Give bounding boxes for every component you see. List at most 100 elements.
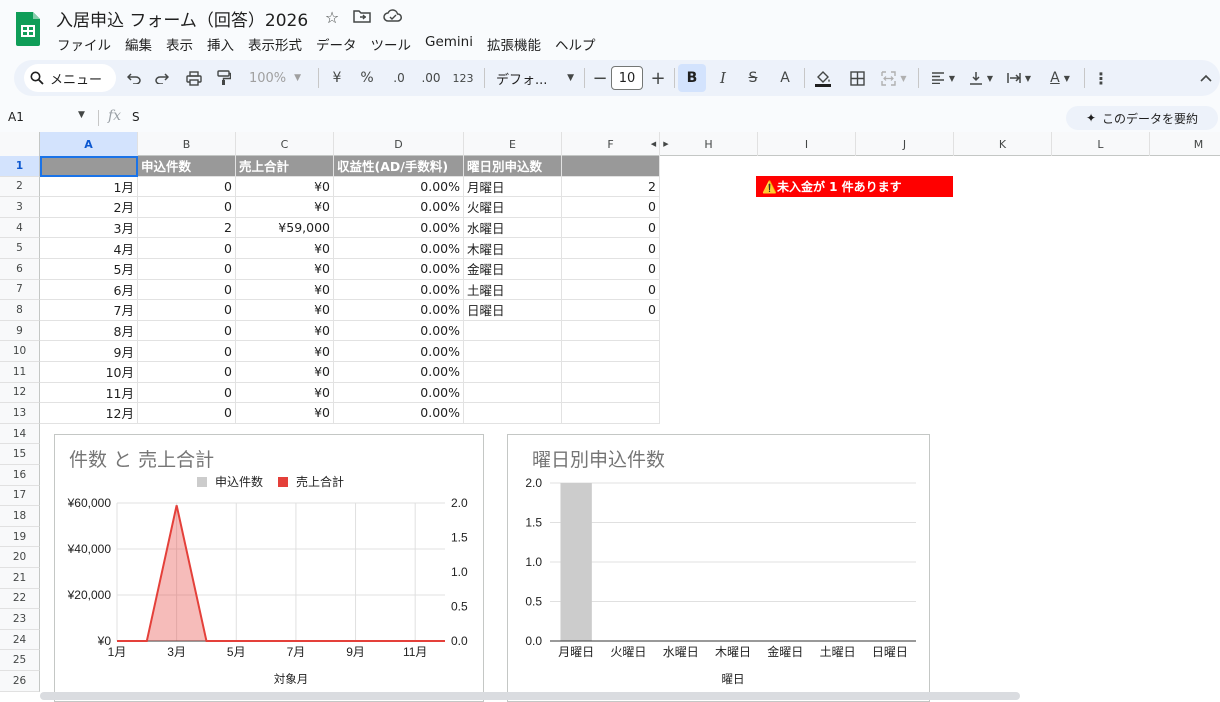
bold-button[interactable]: B — [678, 64, 706, 92]
row-header[interactable]: 3 — [0, 197, 40, 218]
vertical-align-icon[interactable]: ▼ — [964, 64, 998, 92]
table-cell[interactable]: 10月 — [40, 362, 138, 383]
table-cell[interactable]: 日曜日 — [464, 300, 562, 321]
table-cell[interactable]: 水曜日 — [464, 217, 562, 239]
cloud-status-icon[interactable] — [383, 8, 403, 28]
table-cell[interactable]: ¥0 — [236, 362, 334, 383]
column-header-l[interactable]: L — [1052, 132, 1150, 156]
table-cell[interactable]: 1月 — [40, 176, 138, 198]
horizontal-align-icon[interactable]: ▼ — [926, 64, 960, 92]
table-cell[interactable]: 0.00% — [334, 176, 464, 198]
decrease-font-size-icon[interactable]: − — [590, 64, 610, 92]
document-title[interactable]: 入居申込 フォーム（回答）2026 — [56, 6, 308, 31]
hidden-column-left-arrow-icon[interactable]: ◀ — [647, 132, 660, 156]
table-cell[interactable]: 6月 — [40, 279, 138, 301]
table-cell[interactable]: 3月 — [40, 217, 138, 239]
name-box-chevron-down-icon[interactable]: ▼ — [78, 110, 85, 120]
row-header[interactable]: 16 — [0, 465, 40, 486]
row-header[interactable]: 11 — [0, 362, 40, 383]
row-header[interactable]: 17 — [0, 485, 40, 507]
summarize-data-button[interactable]: ✦ このデータを要約 — [1066, 106, 1218, 130]
table-cell[interactable]: 0 — [138, 259, 236, 280]
table-cell[interactable]: 9月 — [40, 341, 138, 362]
fill-color-icon[interactable] — [810, 64, 836, 92]
table-cell[interactable]: ¥0 — [236, 300, 334, 321]
row-header[interactable]: 13 — [0, 403, 40, 424]
table-cell[interactable]: ¥0 — [236, 279, 334, 301]
horizontal-scrollbar[interactable] — [40, 692, 1020, 700]
table-cell[interactable] — [562, 320, 660, 342]
table-cell[interactable]: 0.00% — [334, 259, 464, 280]
undo-icon[interactable] — [122, 64, 146, 92]
table-cell[interactable]: 0.00% — [334, 197, 464, 218]
table-cell[interactable]: 7月 — [40, 300, 138, 321]
more-options-icon[interactable]: ⋮ — [1090, 64, 1112, 92]
column-header-b[interactable]: B — [138, 132, 236, 156]
table-cell[interactable]: ¥0 — [236, 176, 334, 198]
sales-count-chart[interactable]: 件数 と 売上合計 申込件数 売上合計 ¥0 ¥20,000 ¥40,000 ¥60,00… — [54, 434, 484, 702]
table-cell[interactable]: ¥0 — [236, 238, 334, 259]
strikethrough-button[interactable]: S — [740, 64, 766, 92]
table-cell[interactable]: 0 — [138, 238, 236, 259]
menu-extensions[interactable]: 拡張機能 — [480, 32, 548, 54]
table-cell[interactable]: 0 — [138, 403, 236, 424]
column-header-a[interactable]: A — [40, 132, 138, 156]
table-cell[interactable]: 0.00% — [334, 238, 464, 259]
table-cell[interactable]: 0 — [138, 341, 236, 362]
row-header[interactable]: 4 — [0, 217, 40, 239]
table-cell[interactable]: 5月 — [40, 259, 138, 280]
table-cell[interactable] — [464, 403, 562, 424]
text-color-button[interactable]: A — [772, 64, 798, 92]
table-header-cell[interactable]: 収益性(AD/手数料) — [334, 156, 464, 177]
redo-icon[interactable] — [150, 64, 174, 92]
column-header-i[interactable]: I — [758, 132, 856, 156]
print-icon[interactable] — [182, 64, 206, 92]
table-cell[interactable]: 0 — [562, 279, 660, 301]
menu-help[interactable]: ヘルプ — [548, 32, 603, 54]
table-cell[interactable]: 0 — [138, 362, 236, 383]
sheets-logo-icon[interactable] — [14, 10, 42, 46]
table-header-cell[interactable]: 曜日別申込数 — [464, 156, 562, 177]
select-all-corner[interactable] — [0, 132, 40, 156]
row-header[interactable]: 24 — [0, 629, 40, 651]
font-family-select[interactable]: デフォ... ▼ — [492, 64, 578, 92]
table-cell[interactable]: 8月 — [40, 320, 138, 342]
row-header[interactable]: 12 — [0, 382, 40, 404]
row-header[interactable]: 19 — [0, 526, 40, 548]
table-cell[interactable]: 4月 — [40, 238, 138, 259]
table-cell[interactable]: 2 — [138, 217, 236, 239]
table-cell[interactable]: 0 — [562, 197, 660, 218]
merge-cells-icon[interactable]: ▼ — [876, 64, 912, 92]
table-cell[interactable]: 11月 — [40, 382, 138, 404]
table-cell[interactable] — [562, 382, 660, 404]
row-header[interactable]: 8 — [0, 300, 40, 321]
row-header[interactable]: 18 — [0, 506, 40, 527]
table-cell[interactable]: 0.00% — [334, 300, 464, 321]
menu-view[interactable]: 表示 — [159, 32, 200, 54]
table-cell[interactable] — [562, 362, 660, 383]
row-header[interactable]: 25 — [0, 650, 40, 671]
text-rotation-button[interactable]: A ▼ — [1042, 64, 1078, 92]
row-header[interactable]: 26 — [0, 671, 40, 692]
table-cell[interactable]: 0.00% — [334, 320, 464, 342]
table-cell[interactable] — [464, 320, 562, 342]
menu-data[interactable]: データ — [309, 32, 364, 54]
menu-edit[interactable]: 編集 — [118, 32, 159, 54]
table-cell[interactable]: ¥0 — [236, 341, 334, 362]
search-menus-button[interactable]: メニュー — [24, 64, 116, 92]
table-cell[interactable]: 2 — [562, 176, 660, 198]
currency-format-button[interactable]: ¥ — [326, 64, 348, 92]
table-cell[interactable]: 0.00% — [334, 341, 464, 362]
increase-font-size-icon[interactable]: + — [648, 64, 668, 92]
table-cell[interactable]: 土曜日 — [464, 279, 562, 301]
table-cell[interactable]: 0.00% — [334, 362, 464, 383]
table-cell[interactable]: 0 — [138, 176, 236, 198]
borders-icon[interactable] — [844, 64, 870, 92]
column-header-e[interactable]: E — [464, 132, 562, 156]
table-cell[interactable]: ¥0 — [236, 259, 334, 280]
text-wrapping-icon[interactable]: ▼ — [1002, 64, 1036, 92]
formula-input[interactable]: S — [132, 110, 140, 124]
table-cell[interactable]: 月曜日 — [464, 176, 562, 198]
row-header[interactable]: 5 — [0, 238, 40, 259]
row-header[interactable]: 23 — [0, 609, 40, 630]
